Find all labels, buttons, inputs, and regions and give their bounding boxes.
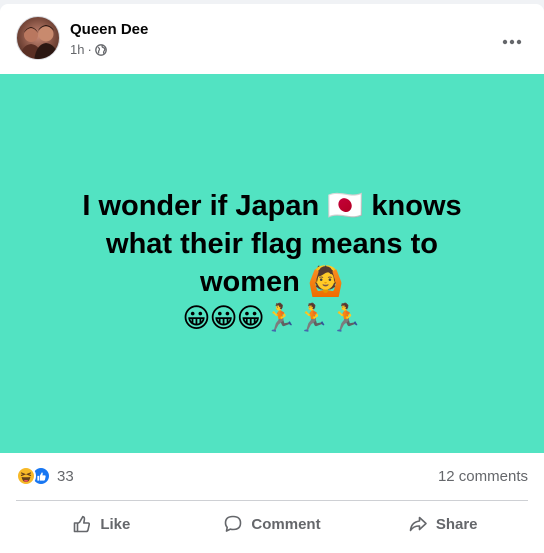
- author-name[interactable]: Queen Dee: [70, 21, 148, 38]
- post-text-line: women 🙆: [199, 265, 345, 298]
- post-emoji-line: 😀😀😀🏃🏃🏃: [182, 302, 362, 334]
- more-horizontal-icon: [502, 39, 522, 45]
- post-header: Queen Dee 1h ·: [0, 4, 544, 74]
- post-actions: Like Comment Share: [16, 503, 528, 545]
- avatar-image: [19, 25, 59, 59]
- reaction-count: 33: [57, 467, 74, 485]
- comment-button-label: Comment: [251, 515, 321, 533]
- post-background-text: I wonder if Japan 🇯🇵 knows what their fl…: [0, 74, 544, 453]
- haha-reaction-icon: [16, 466, 36, 486]
- share-button[interactable]: Share: [357, 504, 528, 544]
- post-text-line: what their flag means to: [106, 227, 438, 260]
- globe-icon: [94, 43, 107, 56]
- reactions-row: 33 12 comments: [16, 456, 528, 496]
- share-icon: [409, 516, 427, 532]
- comments-count-link[interactable]: 12 comments: [438, 468, 528, 485]
- comment-icon: [225, 515, 242, 532]
- comment-button[interactable]: Comment: [187, 504, 358, 544]
- reaction-icons: [16, 466, 51, 486]
- post-card: Queen Dee 1h · I wonder if Japan 🇯🇵 know…: [0, 4, 544, 553]
- thumbs-up-icon: [74, 515, 91, 533]
- post-text-line: I wonder if Japan 🇯🇵 knows: [82, 189, 462, 222]
- avatar[interactable]: [16, 16, 60, 60]
- like-button-label: Like: [100, 515, 131, 533]
- post-text: I wonder if Japan 🇯🇵 knows what their fl…: [37, 187, 507, 301]
- reaction-summary[interactable]: 33: [16, 466, 74, 486]
- more-options-button[interactable]: [494, 24, 530, 60]
- divider: [16, 500, 528, 501]
- share-button-label: Share: [435, 515, 478, 533]
- timestamp[interactable]: 1h: [70, 42, 84, 57]
- post-meta: 1h ·: [70, 42, 107, 57]
- meta-separator: ·: [87, 42, 92, 57]
- like-button[interactable]: Like: [16, 504, 187, 544]
